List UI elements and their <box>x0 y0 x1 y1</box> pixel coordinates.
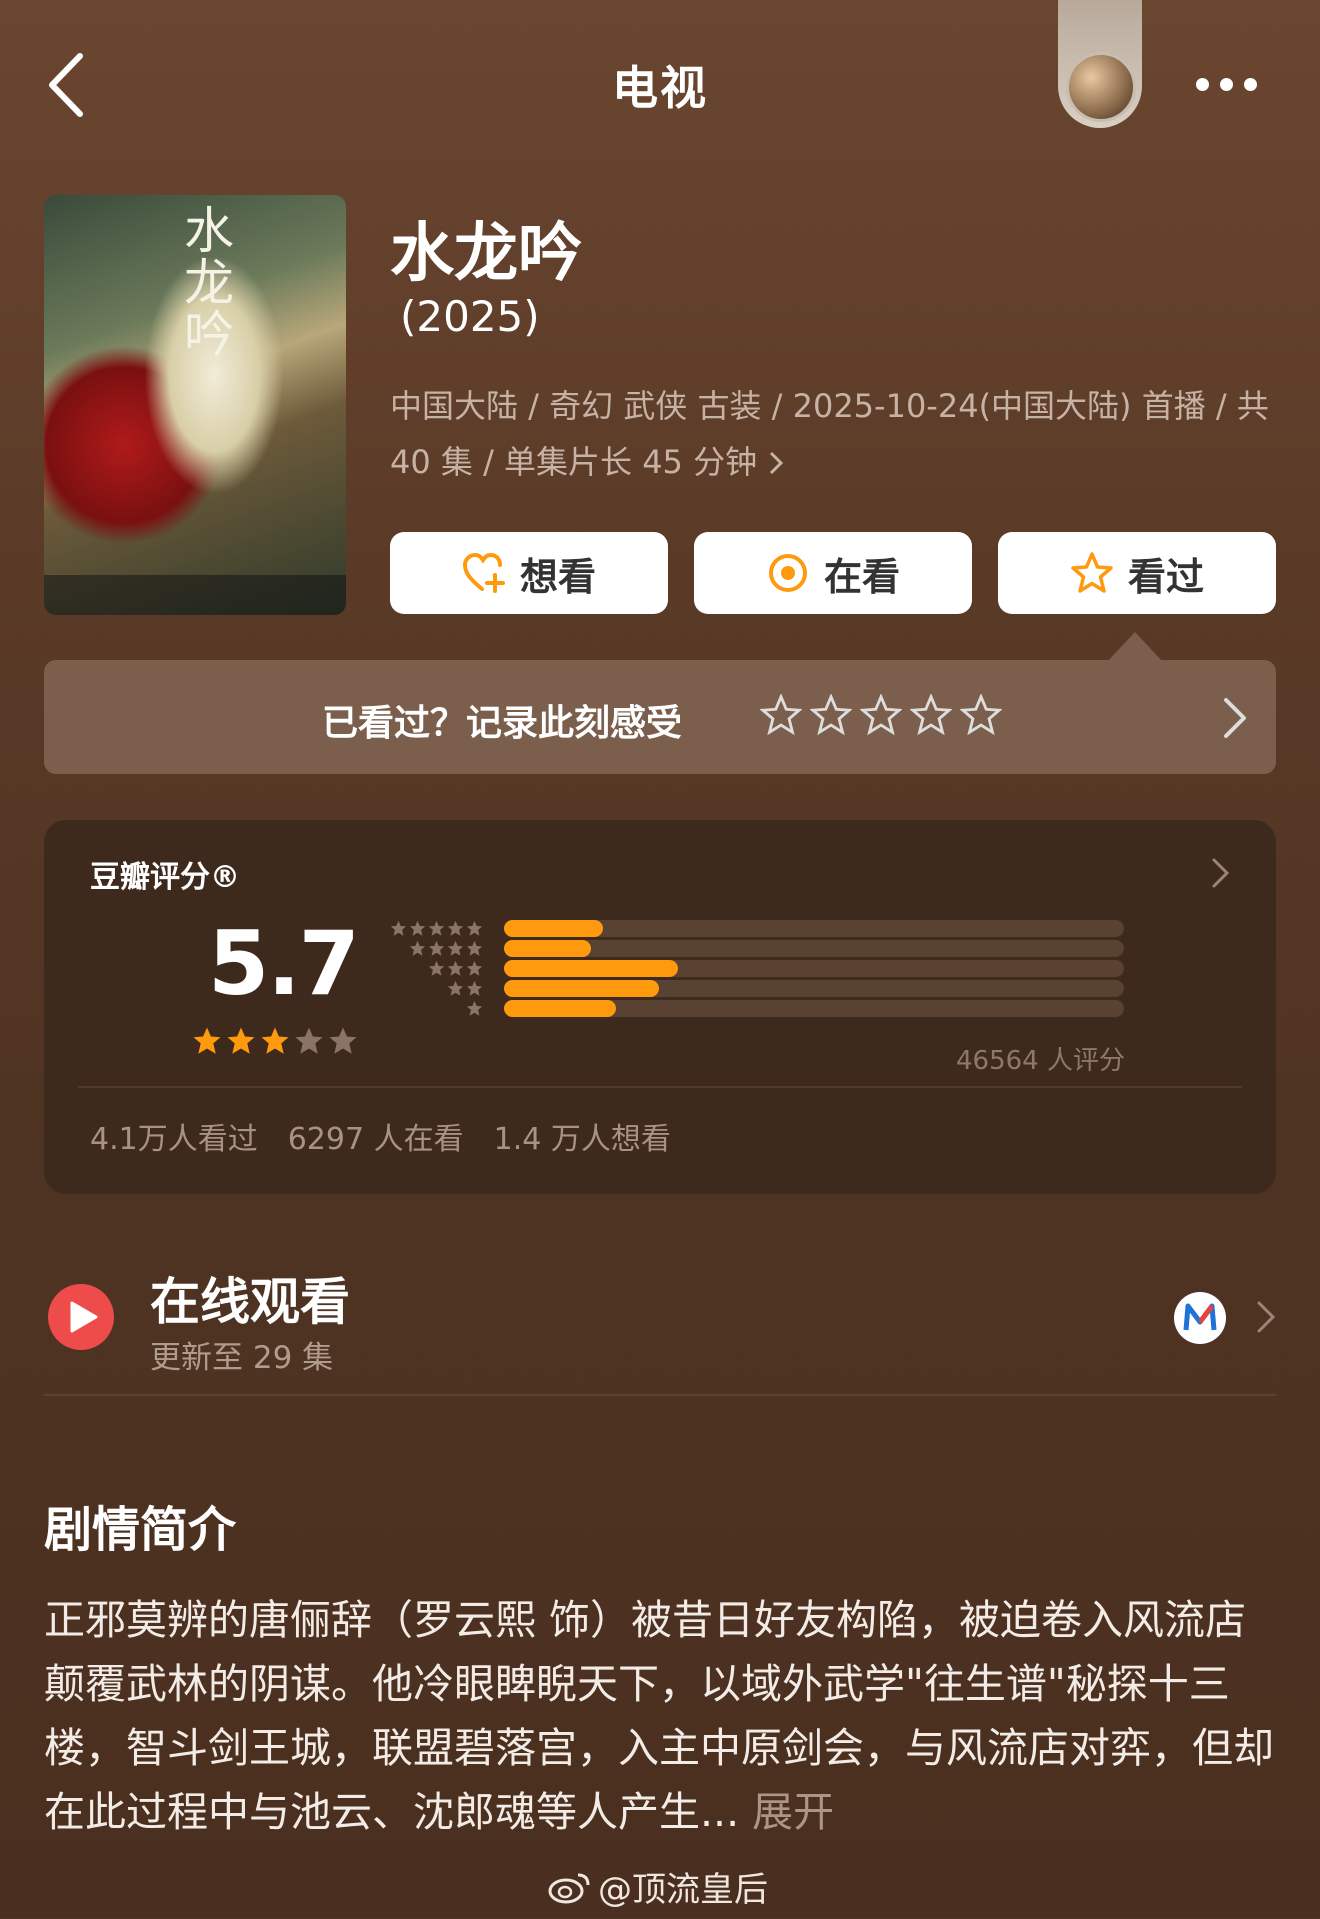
online-watch-subtitle: 更新至 29 集 <box>150 1340 334 1376</box>
rating-score: 5.7 <box>208 912 360 1015</box>
watching-label: 在看 <box>823 554 900 599</box>
distribution-star-icon <box>466 960 483 976</box>
watched-button[interactable]: 看过 <box>998 532 1276 614</box>
distribution-bar-bg <box>504 940 1124 957</box>
distribution-star-icon <box>447 980 464 996</box>
record-prompt: 已看过？记录此刻感受 <box>322 703 683 744</box>
distribution-star-icon <box>447 960 464 976</box>
distribution-star-icon <box>428 920 445 936</box>
star-outline-icon[interactable] <box>910 694 952 736</box>
stat-watched: 4.1万人看过 <box>90 1122 258 1157</box>
watermark: @顶流皇后 <box>548 1862 768 1911</box>
distribution-star-icon <box>466 920 483 936</box>
want-button[interactable]: 想看 <box>390 532 668 614</box>
show-meta[interactable]: 中国大陆 / 奇幻 武侠 古装 / 2025-10-24(中国大陆) 首播 / … <box>390 378 1280 490</box>
online-watch-title[interactable]: 在线观看 <box>150 1262 350 1334</box>
distribution-star-icon <box>409 920 426 936</box>
distribution-row <box>385 920 1320 942</box>
distribution-star-icon <box>428 960 445 976</box>
rating-stats: 4.1万人看过 6297 人在看 1.4 万人想看 <box>90 1114 671 1158</box>
distribution-bar <box>504 980 659 997</box>
show-year: (2025) <box>400 292 540 341</box>
distribution-star-icon <box>466 980 483 996</box>
rating-star-icon <box>227 1027 255 1054</box>
star-outline-icon[interactable] <box>760 694 802 736</box>
synopsis-heading: 剧情简介 <box>44 1502 237 1558</box>
pointer-arrow <box>1107 632 1163 662</box>
distribution-row <box>385 980 1320 1002</box>
distribution-star-icon <box>428 940 445 956</box>
rating-count: 46564 人评分 <box>956 1046 1125 1076</box>
stat-want: 1.4 万人想看 <box>493 1122 671 1157</box>
chevron-right-icon[interactable] <box>1256 1300 1276 1334</box>
distribution-star-icon <box>447 920 464 936</box>
play-icon[interactable] <box>48 1284 114 1350</box>
score-stars <box>192 1026 358 1056</box>
rating-star-icon <box>295 1027 323 1054</box>
distribution-row <box>385 940 1320 962</box>
synopsis-text: 正邪莫辨的唐俪辞（罗云熙 饰）被昔日好友构陷，被迫卷入风流店颠覆武林的阴谋。他冷… <box>44 1596 1274 1836</box>
target-icon <box>768 554 807 592</box>
distribution-bar <box>504 940 591 957</box>
distribution-bar <box>504 920 604 937</box>
mango-tv-icon[interactable] <box>1174 1292 1226 1344</box>
show-title: 水龙吟 <box>390 217 582 291</box>
poster-calligraphy: 水龙吟 <box>184 202 234 364</box>
distribution-bar <box>504 960 678 977</box>
section-divider <box>44 1394 1276 1396</box>
distribution-bar <box>504 1000 616 1017</box>
rate-stars[interactable] <box>760 694 1002 736</box>
star-outline-icon[interactable] <box>860 694 902 736</box>
distribution-star-icon <box>466 940 483 956</box>
distribution-row <box>385 1000 1320 1022</box>
card-divider <box>78 1086 1242 1088</box>
star-outline-icon[interactable] <box>810 694 852 736</box>
star-icon <box>1071 552 1113 593</box>
avatar[interactable] <box>1066 52 1136 122</box>
chevron-right-icon[interactable] <box>1210 856 1232 890</box>
chevron-right-icon[interactable] <box>1220 696 1250 740</box>
weibo-icon <box>548 1873 590 1903</box>
star-outline-icon[interactable] <box>960 694 1002 736</box>
rating-label: 豆瓣评分® <box>90 860 240 895</box>
want-label: 想看 <box>519 554 596 599</box>
distribution-row <box>385 960 1320 982</box>
watching-button[interactable]: 在看 <box>694 532 972 614</box>
stat-watching: 6297 人在看 <box>287 1122 464 1157</box>
more-icon[interactable] <box>1196 72 1262 96</box>
rating-star-icon <box>193 1027 221 1054</box>
distribution-star-icon <box>390 920 407 936</box>
rating-star-icon <box>329 1027 357 1054</box>
rating-star-icon <box>261 1027 289 1054</box>
distribution-star-icon <box>409 940 426 956</box>
watched-label: 看过 <box>1127 554 1204 599</box>
heart-plus-icon <box>462 552 505 593</box>
expand-link[interactable]: 展开 <box>739 1788 834 1836</box>
distribution-star-icon <box>447 940 464 956</box>
distribution-star-icon <box>466 1000 483 1016</box>
poster-image[interactable]: 水龙吟 <box>44 195 346 615</box>
